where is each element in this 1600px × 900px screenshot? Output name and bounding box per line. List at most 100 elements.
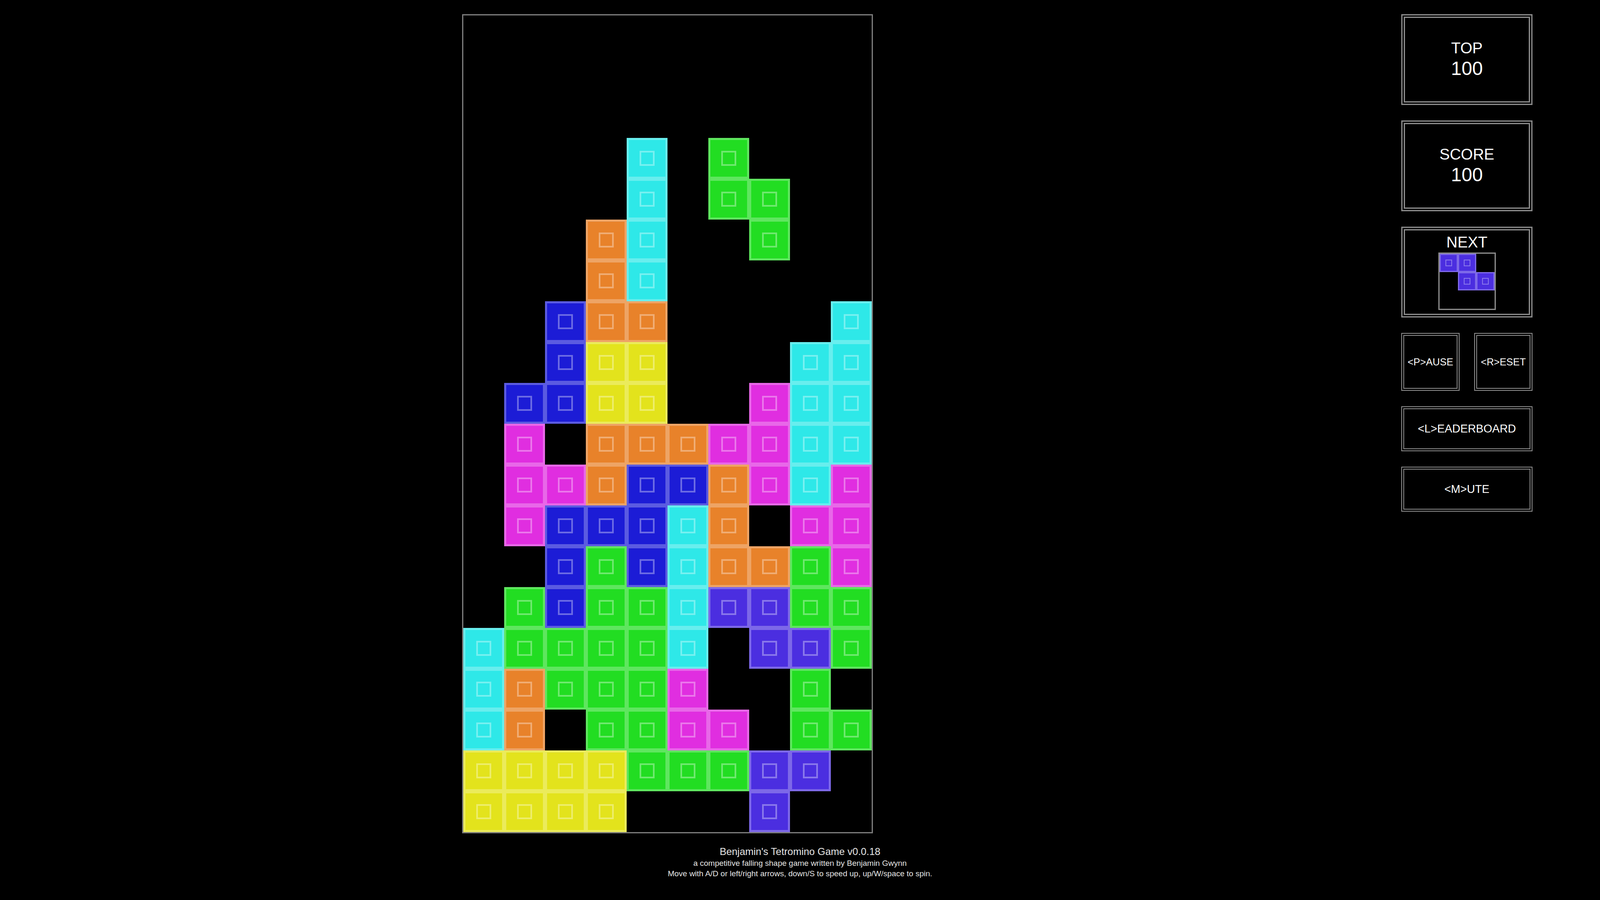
board-cell [545, 709, 586, 751]
board-cell [830, 178, 872, 220]
footer-help: Move with A/D or left/right arrows, down… [667, 868, 933, 880]
board-cell [626, 342, 668, 383]
cell-core [557, 804, 573, 820]
board-cell [504, 791, 545, 833]
board-cell [626, 668, 668, 710]
cell-core [762, 436, 778, 452]
board-cell [708, 260, 750, 302]
board-cell [585, 260, 627, 302]
board-cell [749, 219, 790, 261]
cell-core [517, 722, 533, 738]
footer-subtitle: a competitive falling shape game written… [693, 857, 907, 869]
board-cell [545, 342, 586, 383]
board-cell [708, 97, 750, 138]
board-cell [626, 301, 668, 343]
mute-button[interactable]: <M>UTE [1401, 466, 1533, 512]
board-cell [545, 97, 586, 138]
board-cell [749, 791, 790, 833]
board-cell [708, 178, 750, 220]
board-cell [545, 750, 586, 792]
board-cell [667, 301, 709, 343]
board-cell [830, 791, 872, 833]
board-cell [749, 342, 790, 383]
board-cell [790, 546, 831, 588]
cell-core [517, 640, 533, 656]
board-cell [790, 423, 831, 465]
board-cell [749, 423, 790, 465]
board-cell [504, 382, 545, 424]
board-cell [790, 260, 831, 302]
cell-core [557, 600, 573, 615]
board-cell [708, 342, 750, 383]
cell-core [517, 477, 533, 493]
board-cell [504, 342, 545, 383]
cell-core [721, 518, 737, 534]
board-cell [545, 219, 586, 261]
cell-core [843, 314, 859, 330]
board-cell [463, 137, 505, 179]
cell-core [721, 191, 737, 207]
cell-core [843, 477, 859, 493]
side-panel: TOP100SCORE100NEXT<P>AUSE<R>ESET<L>EADER… [1401, 14, 1533, 834]
board-cell [667, 342, 709, 383]
board-cell [585, 791, 627, 833]
board-cell [667, 546, 709, 588]
board-cell [626, 15, 668, 57]
board-cell [667, 260, 709, 302]
board-cell [830, 97, 872, 138]
board-cell [504, 15, 545, 57]
board-cell [708, 56, 750, 98]
cell-core [639, 191, 655, 207]
board-cell [504, 668, 545, 710]
leaderboard-button[interactable]: <L>EADERBOARD [1401, 406, 1533, 452]
board-cell [626, 423, 668, 465]
board-cell [504, 137, 545, 179]
stat-panel: SCORE100 [1401, 120, 1533, 212]
board-cell [749, 382, 790, 424]
board-cell [830, 423, 872, 465]
pause-button[interactable]: <P>AUSE [1401, 332, 1460, 391]
cell-core [557, 314, 573, 330]
board-cell [749, 56, 790, 98]
board-cell [504, 505, 545, 547]
footer-title: Benjamin's Tetromino Game v0.0.18 [719, 845, 881, 858]
cell-core [721, 150, 737, 166]
board-cell [585, 178, 627, 220]
board-cell [708, 464, 750, 506]
board-cell [667, 505, 709, 547]
board-cell [585, 668, 627, 710]
board-cell [749, 178, 790, 220]
board-cell [708, 709, 750, 751]
board-cell [667, 178, 709, 220]
board-cell [504, 627, 545, 669]
cell-core [680, 436, 696, 452]
cell-core [598, 640, 614, 656]
board-cell [790, 301, 831, 343]
cell-core [598, 436, 614, 452]
board-cell [830, 260, 872, 302]
cell-core [843, 355, 859, 370]
board-cell [463, 709, 505, 751]
cell-core [517, 518, 533, 534]
board-cell [626, 260, 668, 302]
cell-core [639, 273, 655, 289]
board-cell [585, 219, 627, 261]
cell-core [517, 804, 533, 820]
board-cell [708, 219, 750, 261]
board-cell [790, 587, 831, 628]
board-cell [667, 382, 709, 424]
board-cell [749, 301, 790, 343]
board-cell [790, 750, 831, 792]
cell-core [721, 763, 737, 779]
board-cell [626, 627, 668, 669]
stat-label: SCORE [1439, 145, 1495, 164]
board-cell [585, 56, 627, 98]
board-cell [626, 56, 668, 98]
cell-core [639, 600, 655, 615]
board-cell [585, 97, 627, 138]
reset-button[interactable]: <R>ESET [1474, 332, 1533, 391]
board-cell [830, 342, 872, 383]
cell-core [476, 681, 492, 697]
board-cell [790, 178, 831, 220]
next-cell [1439, 253, 1458, 273]
